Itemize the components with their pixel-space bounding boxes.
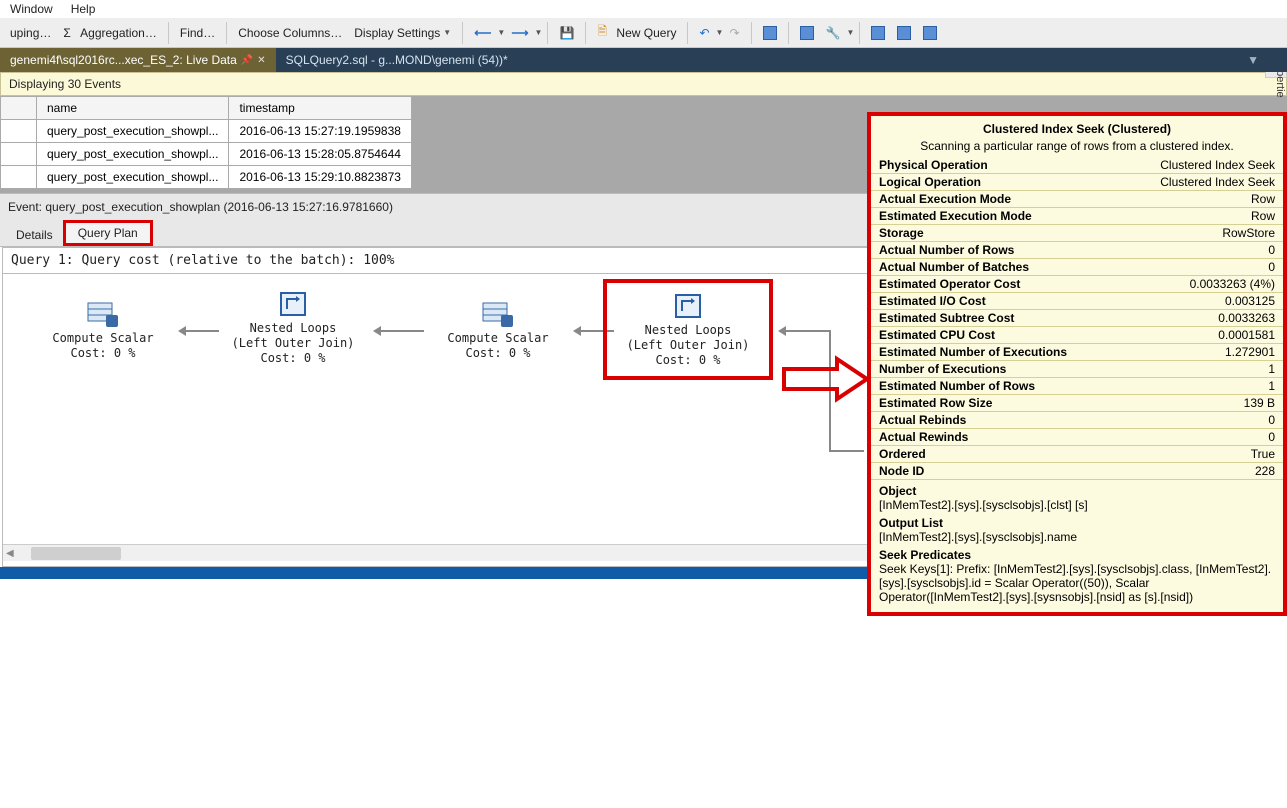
list-icon	[897, 26, 911, 40]
new-query-button[interactable]: 🗎 New Query	[591, 19, 682, 46]
toolbar-separator	[168, 22, 169, 44]
tooltip-property-row: Estimated I/O Cost0.003125	[871, 293, 1283, 310]
tooltip-property-row: Actual Rewinds0	[871, 429, 1283, 446]
toolbar-separator	[585, 22, 586, 44]
annotation-arrow-icon	[782, 355, 872, 403]
aggregation-button[interactable]: Σ Aggregation…	[57, 23, 162, 43]
save-button[interactable]: 💾	[553, 23, 580, 43]
list-icon	[871, 26, 885, 40]
menu-help[interactable]: Help	[71, 2, 96, 16]
table-row[interactable]: query_post_execution_showpl... 2016-06-1…	[1, 143, 412, 166]
tooltip-properties-table: Physical OperationClustered Index SeekLo…	[871, 157, 1283, 480]
tooltip-property-row: Estimated Number of Executions1.272901	[871, 344, 1283, 361]
tab-query-plan[interactable]: Query Plan	[63, 220, 153, 246]
window-icon	[763, 26, 777, 40]
tooltip-property-row: Estimated Row Size139 B	[871, 395, 1283, 412]
close-icon[interactable]: ✕	[257, 55, 265, 66]
menu-window[interactable]: Window	[10, 2, 53, 16]
tab-extended-events[interactable]: genemi4f\sql2016rc...xec_ES_2: Live Data…	[0, 48, 276, 72]
toolbar-separator	[547, 22, 548, 44]
join-icon	[277, 289, 309, 319]
plan-op-nested-loops[interactable]: Nested Loops (Left Outer Join) Cost: 0 %	[208, 289, 378, 366]
plan-connector	[786, 330, 829, 332]
toolbar-separator	[751, 22, 752, 44]
chevron-down-icon: ▼	[535, 28, 543, 37]
toolbar-separator	[859, 22, 860, 44]
tooltip-property-row: Actual Number of Batches0	[871, 259, 1283, 276]
col-name[interactable]: name	[37, 97, 229, 120]
tooltip-property-row: Estimated CPU Cost0.0001581	[871, 327, 1283, 344]
table-icon	[86, 299, 120, 329]
tooltip-property-row: OrderedTrue	[871, 446, 1283, 463]
nav-forward-button[interactable]: ⟶	[505, 23, 534, 43]
tooltip-property-row: Number of Executions1	[871, 361, 1283, 378]
tooltip-property-row: Estimated Execution ModeRow	[871, 208, 1283, 225]
events-count-bar: Displaying 30 Events	[0, 72, 1287, 96]
table-row[interactable]: query_post_execution_showpl... 2016-06-1…	[1, 166, 412, 189]
rowheader-col	[1, 97, 37, 120]
toolbar-icon[interactable]	[794, 23, 820, 43]
find-button[interactable]: Find…	[174, 23, 221, 43]
display-settings-button[interactable]: Display Settings ▼	[348, 23, 457, 43]
tab-details[interactable]: Details	[6, 224, 63, 246]
grouping-button[interactable]: uping…	[4, 23, 57, 43]
list-icon	[923, 26, 937, 40]
tooltip-property-row: Actual Execution ModeRow	[871, 191, 1283, 208]
tooltip-property-row: Estimated Subtree Cost0.0033263	[871, 310, 1283, 327]
sigma-icon: Σ	[63, 26, 70, 40]
toolbar: uping… Σ Aggregation… Find… Choose Colum…	[0, 18, 1287, 48]
undo-button[interactable]: ↶	[693, 23, 715, 43]
toolbar-wrench[interactable]: 🔧	[820, 23, 847, 43]
tab-sqlquery[interactable]: SQLQuery2.sql - g...MOND\genemi (54))*	[276, 48, 518, 72]
events-table[interactable]: name timestamp query_post_execution_show…	[0, 96, 412, 189]
chevron-down-icon: ▼	[846, 28, 854, 37]
plan-op-compute-scalar[interactable]: Compute Scalar Cost: 0 %	[18, 299, 188, 361]
toolbar-icon[interactable]	[757, 23, 783, 43]
new-query-icon: 🗎	[597, 22, 607, 43]
table-icon	[800, 26, 814, 40]
table-icon	[481, 299, 515, 329]
operator-tooltip: Clustered Index Seek (Clustered) Scannin…	[867, 112, 1287, 616]
plan-op-compute-scalar[interactable]: Compute Scalar Cost: 0 %	[413, 299, 583, 361]
scrollbar-thumb[interactable]	[31, 547, 121, 560]
chevron-down-icon: ▼	[443, 28, 451, 37]
toolbar-icon[interactable]	[865, 23, 891, 43]
toolbar-separator	[788, 22, 789, 44]
table-header-row: name timestamp	[1, 97, 412, 120]
toolbar-separator	[226, 22, 227, 44]
tooltip-property-row: Physical OperationClustered Index Seek	[871, 157, 1283, 174]
chevron-down-icon: ▼	[716, 28, 724, 37]
menu-bar[interactable]: Window Help	[0, 0, 1287, 18]
tooltip-property-row: Actual Rebinds0	[871, 412, 1283, 429]
toolbar-separator	[687, 22, 688, 44]
join-icon	[672, 291, 704, 321]
chevron-down-icon[interactable]: ▼	[1247, 53, 1287, 67]
tooltip-property-row: Estimated Operator Cost0.0033263 (4%)	[871, 276, 1283, 293]
plan-connector-arrow	[778, 326, 786, 336]
nav-back-button[interactable]: ⟵	[468, 23, 497, 43]
tooltip-description: Scanning a particular range of rows from…	[871, 138, 1283, 157]
choose-columns-button[interactable]: Choose Columns…	[232, 23, 348, 43]
tooltip-property-row: Actual Number of Rows0	[871, 242, 1283, 259]
toolbar-icon[interactable]	[891, 23, 917, 43]
plan-op-nested-loops-selected[interactable]: Nested Loops (Left Outer Join) Cost: 0 %	[603, 279, 773, 380]
pin-icon[interactable]: 📌	[241, 55, 253, 66]
toolbar-icon[interactable]	[917, 23, 943, 43]
tooltip-property-row: Node ID228	[871, 463, 1283, 480]
toolbar-separator	[462, 22, 463, 44]
tooltip-title: Clustered Index Seek (Clustered)	[871, 120, 1283, 138]
tooltip-property-row: Estimated Number of Rows1	[871, 378, 1283, 395]
chevron-down-icon: ▼	[497, 28, 505, 37]
table-row[interactable]: query_post_execution_showpl... 2016-06-1…	[1, 120, 412, 143]
tooltip-property-row: StorageRowStore	[871, 225, 1283, 242]
tooltip-output-section: Output List [InMemTest2].[sys].[sysclsob…	[871, 512, 1283, 544]
tooltip-object-section: Object [InMemTest2].[sys].[sysclsobjs].[…	[871, 480, 1283, 512]
document-tabstrip: genemi4f\sql2016rc...xec_ES_2: Live Data…	[0, 48, 1287, 72]
plan-connector	[829, 450, 864, 452]
tooltip-property-row: Logical OperationClustered Index Seek	[871, 174, 1283, 191]
tooltip-seek-section: Seek Predicates Seek Keys[1]: Prefix: [I…	[871, 544, 1283, 604]
col-timestamp[interactable]: timestamp	[229, 97, 411, 120]
redo-button[interactable]: ↷	[723, 23, 745, 43]
